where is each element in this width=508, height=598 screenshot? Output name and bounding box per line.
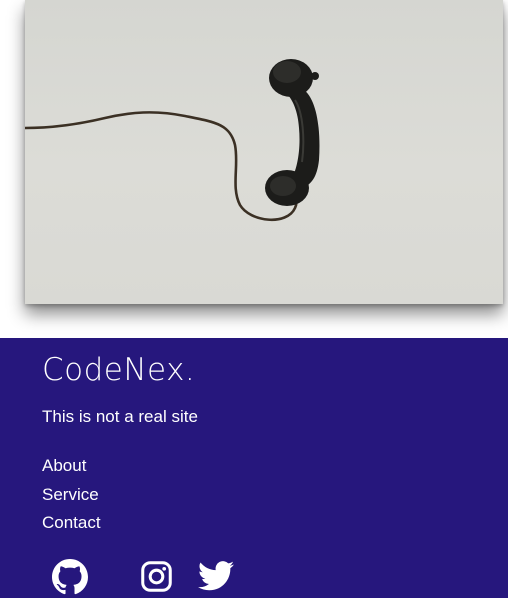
page: CodeNex. This is not a real site About S… [0, 0, 508, 598]
footer-nav: About Service Contact [42, 457, 101, 543]
footer-nav-item-contact: Contact [42, 514, 101, 543]
phone-handset [265, 59, 320, 206]
footer-nav-item-service: Service [42, 485, 101, 515]
github-icon [52, 559, 88, 595]
footer-tagline: This is not a real site [42, 407, 198, 426]
about-link[interactable]: About [42, 456, 86, 475]
contact-link[interactable]: Contact [42, 513, 101, 532]
instagram-link[interactable] [140, 560, 173, 593]
service-link[interactable]: Service [42, 485, 99, 504]
instagram-icon [141, 561, 172, 592]
twitter-icon [198, 561, 234, 591]
twitter-link[interactable] [198, 560, 234, 592]
footer-nav-item-about: About [42, 457, 101, 486]
brand-logo[interactable]: CodeNex. [42, 352, 195, 388]
github-link[interactable] [52, 559, 88, 595]
telephone-handset-illustration [25, 59, 320, 222]
phone-cord [25, 111, 298, 222]
site-footer: CodeNex. This is not a real site About S… [0, 338, 508, 598]
hero-image [25, 0, 503, 304]
